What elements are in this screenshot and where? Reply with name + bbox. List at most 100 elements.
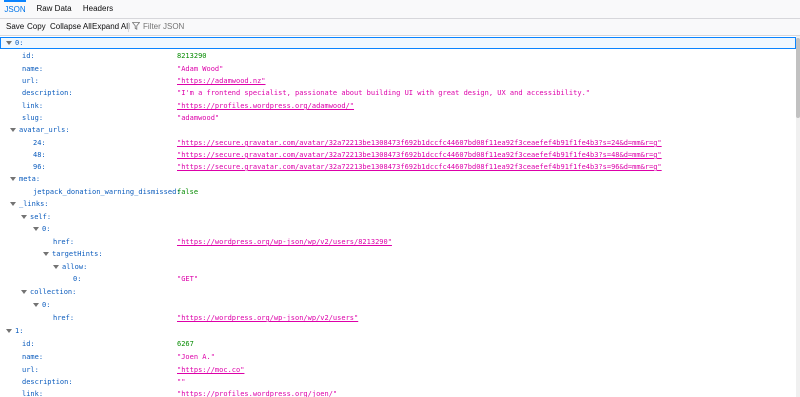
scrollbar-thumb[interactable] [796,38,800,118]
json-key: 96: [33,163,46,171]
json-key: allow: [62,263,88,271]
json-key: 1: [15,327,24,335]
json-row[interactable]: id: 6267 [0,338,796,350]
json-row[interactable]: collection: [0,286,796,298]
json-row[interactable]: avatar_urls: [0,124,796,136]
vertical-scrollbar[interactable] [796,36,800,397]
json-key: targetHints: [52,250,103,258]
json-row[interactable]: href: "https://wordpress.org/wp-json/wp/v… [0,236,796,248]
json-value: "" [177,378,186,386]
json-row[interactable]: slug: "adamwood" [0,112,796,124]
tab-json[interactable]: JSON [4,0,26,18]
json-key: name: [22,65,44,73]
json-row[interactable]: url: "https://adamwood.nz" [0,75,796,87]
toolbar: Save Copy Collapse All Expand All Filter… [0,19,800,36]
json-row[interactable]: 1: [0,325,796,337]
json-key: href: [53,238,75,246]
filter-json-input[interactable]: Filter JSON [132,19,184,35]
json-key: 0: [15,39,24,47]
json-row[interactable]: link: "https://profiles.wordpress.org/joe… [0,388,796,397]
json-key: slug: [22,114,44,122]
json-key: description: [22,89,73,97]
expand-toggle-icon[interactable] [6,41,12,45]
expand-toggle-icon[interactable] [10,128,16,132]
json-row[interactable]: description: "" [0,376,796,388]
json-row[interactable]: 48: "https://secure.gravatar.com/avatar/3… [0,149,796,161]
json-key: link: [22,102,44,110]
expand-toggle-icon[interactable] [21,290,27,294]
json-row[interactable]: id: 8213290 [0,50,796,62]
json-key: jetpack_donation_warning_dismissed: [33,188,181,196]
json-key: link: [22,390,44,397]
json-link-value[interactable]: "https://secure.gravatar.com/avatar/32a7… [177,149,662,161]
json-key: collection: [30,288,77,296]
json-link-value[interactable]: "https://moc.co" [177,364,244,376]
json-key: avatar_urls: [19,126,70,134]
json-key: meta: [19,175,41,183]
json-key: id: [22,340,35,348]
json-tree: 0: id: 8213290 name: "Adam Wood" url: "https:/… [0,36,796,397]
json-row[interactable]: link: "https://profiles.wordpress.org/ada… [0,100,796,112]
tab-headers[interactable]: Headers [80,0,116,18]
json-row[interactable]: 0: [0,223,796,235]
json-row[interactable]: href: "https://wordpress.org/wp-json/wp/v… [0,312,796,324]
json-value: "GET" [177,275,199,283]
json-row[interactable]: description: "I'm a frontend specialist, … [0,87,796,99]
json-key: href: [53,314,75,322]
expand-toggle-icon[interactable] [53,265,59,269]
json-key: self: [30,213,52,221]
json-row[interactable]: targetHints: [0,248,796,260]
json-row[interactable]: self: [0,211,796,223]
filter-placeholder: Filter JSON [143,22,185,31]
json-row[interactable]: 0: "GET" [0,273,796,285]
json-value: "adamwood" [177,114,220,122]
json-row[interactable]: 24: "https://secure.gravatar.com/avatar/3… [0,137,796,149]
json-link-value[interactable]: "https://wordpress.org/wp-json/wp/v2/use… [177,312,358,324]
json-row[interactable]: 0: [0,299,796,311]
json-link-value[interactable]: "https://secure.gravatar.com/avatar/32a7… [177,161,662,173]
json-key: 48: [33,151,46,159]
tab-raw-data[interactable]: Raw Data [34,0,74,18]
json-key: id: [22,52,35,60]
json-link-value[interactable]: "https://wordpress.org/wp-json/wp/v2/use… [177,236,392,248]
json-value: "I'm a frontend specialist, passionate a… [177,89,591,97]
copy-button[interactable]: Copy [27,19,46,35]
json-row[interactable]: name: "Joen A." [0,351,796,363]
json-link-value[interactable]: "https://adamwood.nz" [177,75,266,87]
json-value: false [177,188,199,196]
expand-all-button[interactable]: Expand All [92,19,130,35]
toolbar-divider [128,22,129,32]
json-key: 0: [42,225,51,233]
json-value: "Adam Wood" [177,65,224,73]
json-link-value[interactable]: "https://profiles.wordpress.org/joen/" [177,388,337,397]
json-key: description: [22,378,73,386]
json-row[interactable]: 0: [0,37,796,49]
funnel-icon [132,22,140,30]
json-link-value[interactable]: "https://secure.gravatar.com/avatar/32a7… [177,137,662,149]
save-button[interactable]: Save [6,19,24,35]
json-key: 24: [33,139,46,147]
json-row[interactable]: url: "https://moc.co" [0,364,796,376]
expand-toggle-icon[interactable] [33,227,39,231]
expand-toggle-icon[interactable] [10,177,16,181]
json-row[interactable]: meta: [0,173,796,185]
expand-toggle-icon[interactable] [10,202,16,206]
json-row[interactable]: 96: "https://secure.gravatar.com/avatar/3… [0,161,796,173]
tab-bar: JSON Raw Data Headers [0,0,800,19]
expand-toggle-icon[interactable] [33,303,39,307]
json-key: url: [22,77,39,85]
json-row[interactable]: name: "Adam Wood" [0,63,796,75]
expand-toggle-icon[interactable] [6,329,12,333]
json-key: 0: [42,301,51,309]
json-value: "Joen A." [177,353,215,361]
expand-toggle-icon[interactable] [43,252,49,256]
collapse-all-button[interactable]: Collapse All [50,19,92,35]
json-row[interactable]: _links: [0,198,796,210]
json-row[interactable]: allow: [0,261,796,273]
json-row[interactable]: jetpack_donation_warning_dismissed: false [0,186,796,198]
json-value: 6267 [177,340,194,348]
expand-toggle-icon[interactable] [21,215,27,219]
json-key: name: [22,353,44,361]
json-key: url: [22,366,39,374]
json-link-value[interactable]: "https://profiles.wordpress.org/adamwood… [177,100,354,112]
